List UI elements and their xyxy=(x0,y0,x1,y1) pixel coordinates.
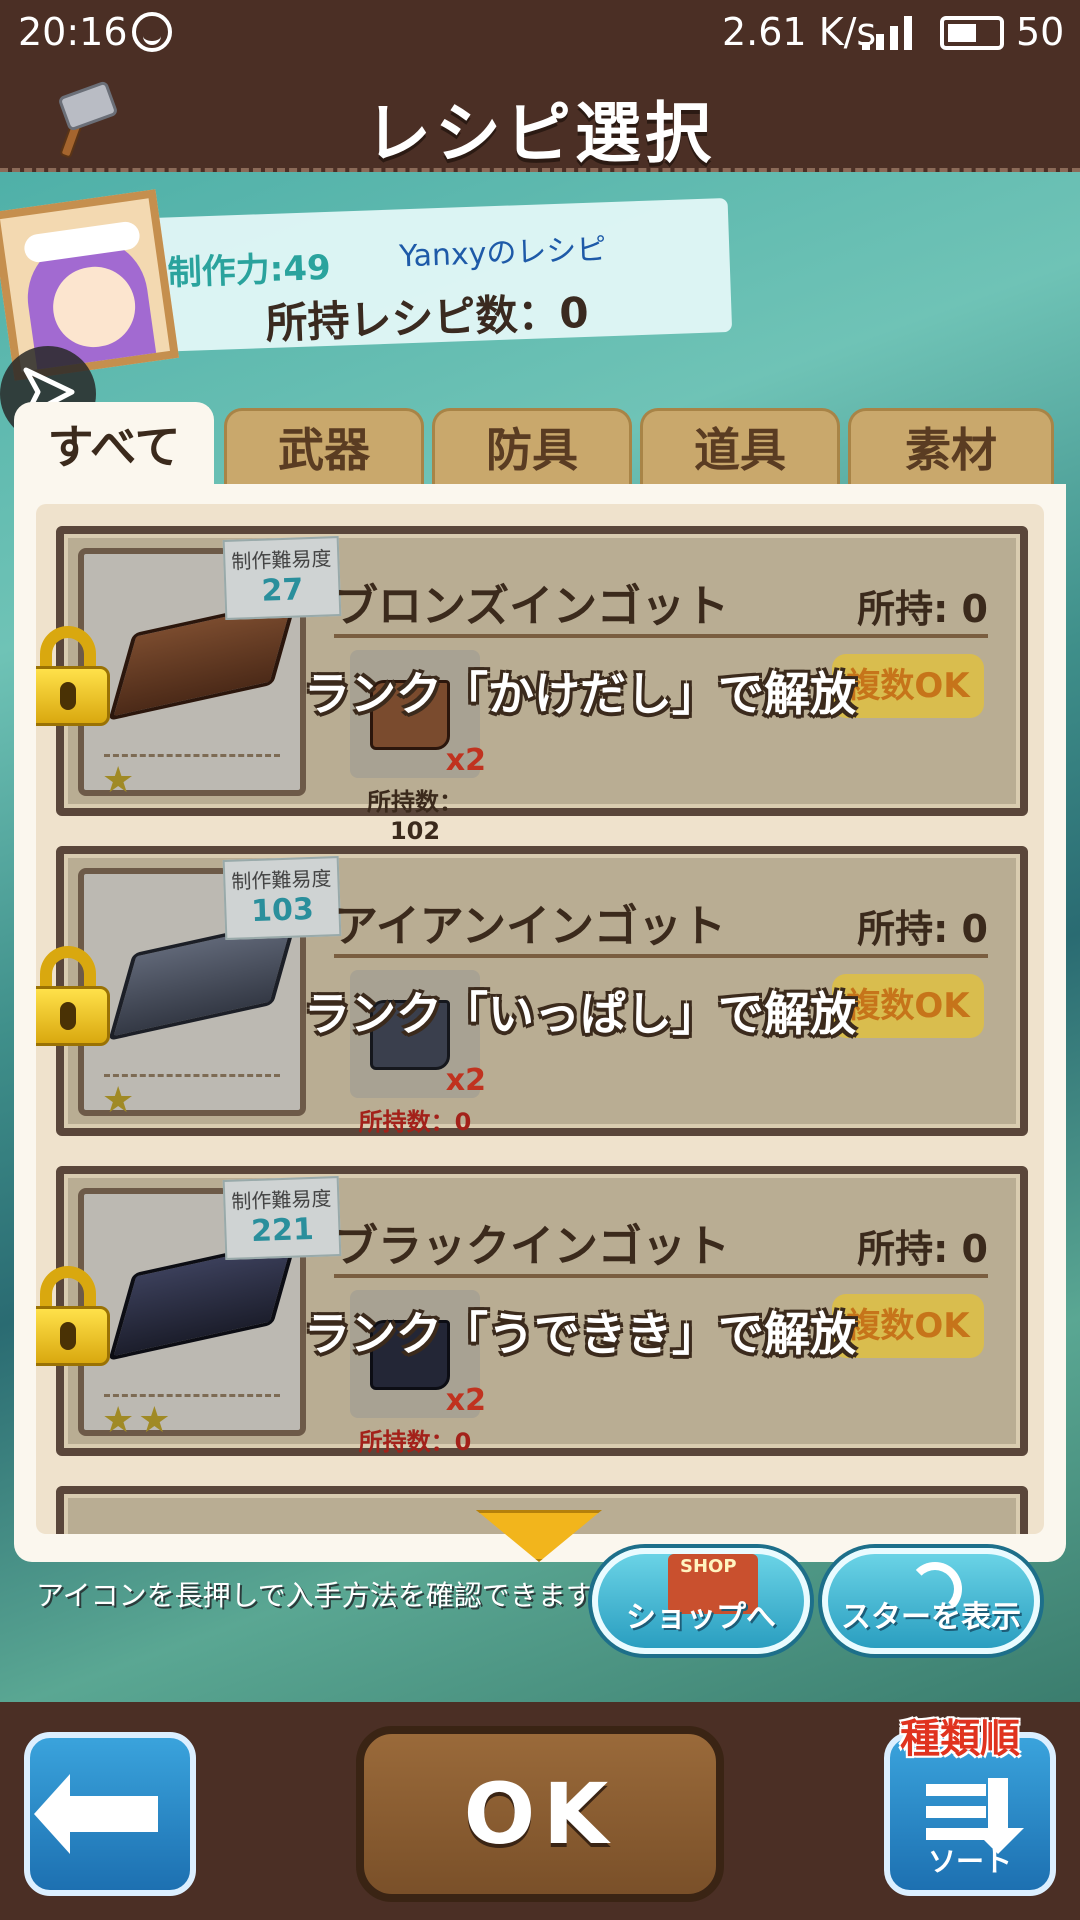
signal-icon xyxy=(862,16,922,50)
network-speed: 2.61 K/s xyxy=(722,10,877,54)
recipe-count: 所持レシピ数：0 xyxy=(264,287,590,349)
tab-weapons[interactable]: 武器 xyxy=(224,408,424,486)
profile-panel: 制作力:49 Yanxyのレシピ 所持レシピ数：0 xyxy=(147,197,733,353)
difficulty-tag: 制作難易度 221 xyxy=(222,1176,342,1260)
lock-icon xyxy=(36,946,110,1046)
material-qty: x2 xyxy=(445,1383,486,1418)
lock-icon xyxy=(36,626,110,726)
battery-icon xyxy=(940,16,1004,50)
material-owned: 所持数：0 xyxy=(358,1108,472,1136)
tab-materials[interactable]: 素材 xyxy=(848,408,1054,486)
rarity-stars: ★ xyxy=(102,760,139,801)
rarity-stars: ★ xyxy=(102,1080,139,1121)
header: レシピ選択 xyxy=(0,66,1080,172)
back-button[interactable] xyxy=(24,1732,196,1896)
arrow-left-icon xyxy=(34,1774,158,1854)
owned-count: 所持: 0 xyxy=(857,1227,988,1271)
recipe-card[interactable]: ★★ 制作難易度 221 ブラックインゴット 所持: 0 x2 所持数：0 複数… xyxy=(36,1166,1028,1456)
recipe-card[interactable]: ★ 制作難易度 27 ブロンズインゴット 所持: 0 x2 所持数：102 複数… xyxy=(36,526,1028,845)
recipe-owner: Yanxyのレシピ xyxy=(398,232,607,275)
tab-armor[interactable]: 防具 xyxy=(432,408,632,486)
tab-tools[interactable]: 道具 xyxy=(640,408,840,486)
hint-text: アイコンを長押しで入手方法を確認できます xyxy=(36,1579,594,1612)
status-time: 20:16 xyxy=(18,10,128,54)
tab-all[interactable]: すべて xyxy=(14,402,214,486)
unlock-requirement: ランク「かけだし」で解放 xyxy=(304,667,856,721)
owned-count: 所持: 0 xyxy=(857,907,988,951)
material-owned: 所持数：102 xyxy=(367,788,463,845)
material-qty: x2 xyxy=(445,1063,486,1098)
unlock-requirement: ランク「うできき」で解放 xyxy=(304,1307,856,1361)
sort-down-icon xyxy=(972,1778,1024,1854)
difficulty-value: 27 xyxy=(260,572,304,609)
show-stars-button[interactable]: スターを表示 xyxy=(822,1548,1040,1654)
material-owned: 所持数：0 xyxy=(358,1428,472,1456)
recipe-name: ブラックインゴット xyxy=(334,1221,730,1272)
recipe-card[interactable]: ★ 制作難易度 103 アイアンインゴット 所持: 0 x2 所持数：0 複数O… xyxy=(36,846,1028,1136)
difficulty-tag: 制作難易度 103 xyxy=(222,856,342,940)
battery-level: 50 xyxy=(1016,10,1065,54)
difficulty-value: 221 xyxy=(250,1211,315,1250)
difficulty-tag: 制作難易度 27 xyxy=(222,536,342,620)
recipe-name: アイアンインゴット xyxy=(334,901,727,952)
lock-icon xyxy=(36,1266,110,1366)
page-title: レシピ選択 xyxy=(365,95,715,172)
recipe-name: ブロンズインゴット xyxy=(334,581,730,632)
ok-button[interactable]: OK xyxy=(356,1726,724,1902)
shop-button[interactable]: ショップへ xyxy=(592,1548,810,1654)
rarity-stars: ★★ xyxy=(102,1400,175,1441)
owned-count: 所持: 0 xyxy=(857,587,988,631)
app-notification-icon xyxy=(132,12,172,52)
unlock-requirement: ランク「いっぱし」で解放 xyxy=(304,987,856,1041)
material-qty: x2 xyxy=(445,743,486,778)
category-tabs: すべて 武器 防具 道具 素材 xyxy=(14,402,1066,486)
sort-mode-label: 種類順 xyxy=(900,1716,1020,1762)
status-bar: 20:16 2.61 K/s 50 xyxy=(0,0,1080,66)
recipe-panel: ★ 制作難易度 27 ブロンズインゴット 所持: 0 x2 所持数：102 複数… xyxy=(14,484,1066,1562)
recipe-list[interactable]: ★ 制作難易度 27 ブロンズインゴット 所持: 0 x2 所持数：102 複数… xyxy=(36,504,1044,1534)
crafting-power: 制作力:49 xyxy=(167,247,332,294)
difficulty-value: 103 xyxy=(250,891,315,930)
